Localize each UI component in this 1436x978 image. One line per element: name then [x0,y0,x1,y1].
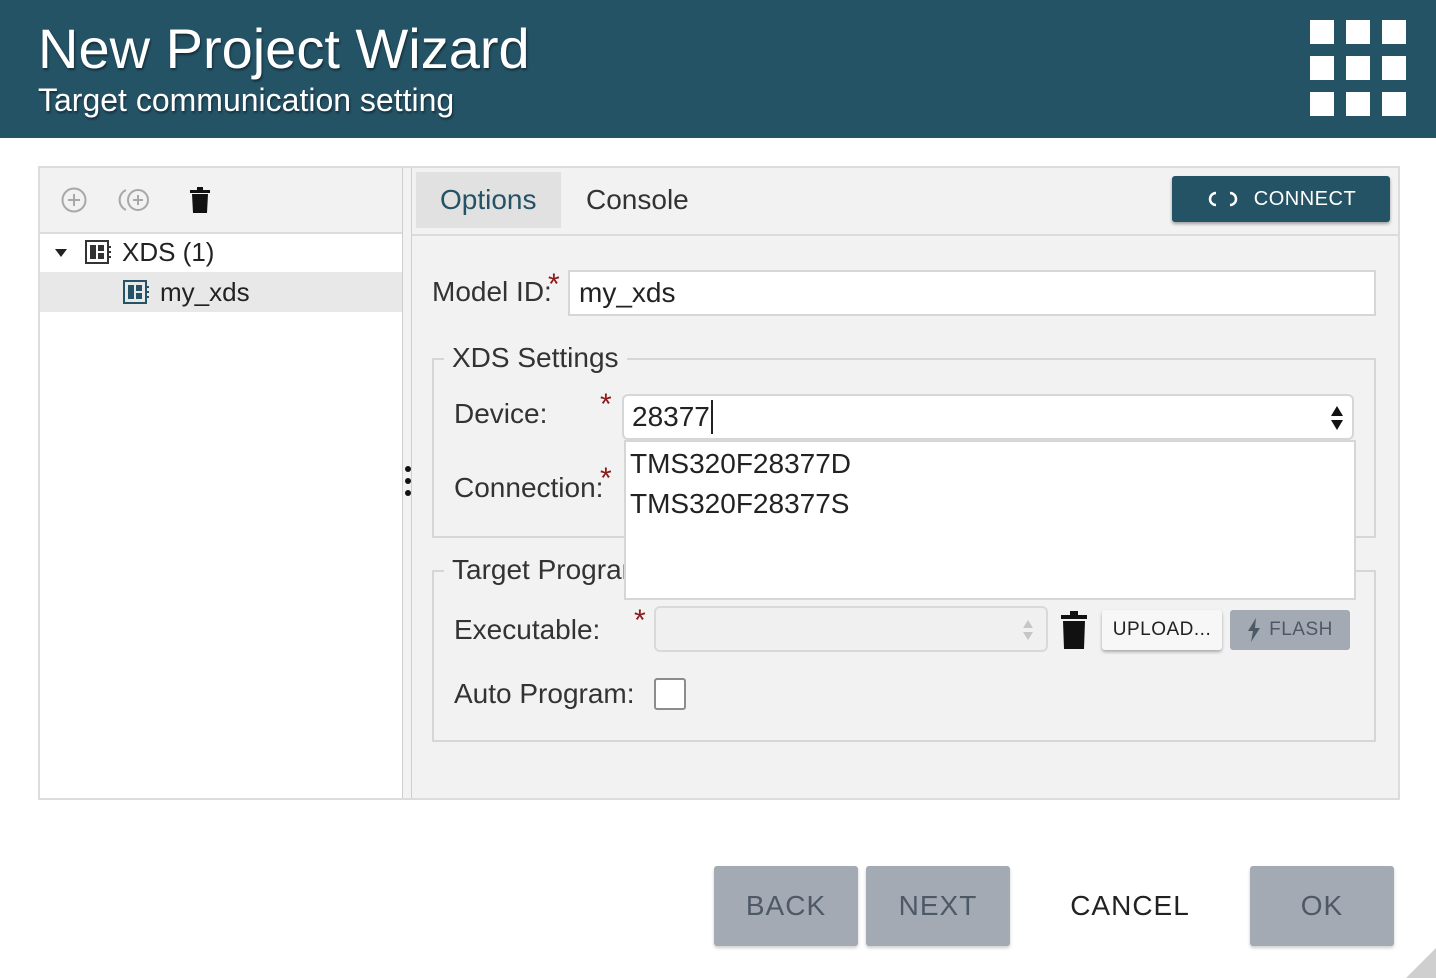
tree-item-xds-group[interactable]: XDS (1) [40,232,402,272]
wizard-title: New Project Wizard [38,17,530,80]
auto-program-checkbox[interactable] [654,678,686,710]
auto-program-label: Auto Program: [454,678,635,709]
cancel-button[interactable]: CANCEL [1058,866,1202,946]
executable-select[interactable] [654,606,1048,652]
wizard-header: New Project Wizard Target communication … [0,0,1436,138]
trash-icon [190,187,210,213]
executable-label: Executable: [454,614,601,645]
model-tree-pane: XDS (1) my_xds [40,168,402,798]
board-icon [123,280,149,304]
trash-icon [1061,611,1087,649]
board-icon [85,240,111,264]
ok-button[interactable]: OK [1250,866,1394,946]
target-programming-legend: Target Program [444,552,653,588]
options-pane: Options Console CONNECT Model ID: * my_x… [412,168,1398,798]
caret-down-icon[interactable] [54,248,68,258]
model-id-input[interactable]: my_xds [568,270,1376,316]
delete-model-button[interactable] [182,182,218,218]
add-model-button[interactable] [56,182,92,218]
device-combobox[interactable]: 28377 [622,394,1354,440]
required-marker: * [600,388,612,421]
required-marker: * [600,462,612,495]
tree-item-my-xds[interactable]: my_xds [40,272,402,312]
main-panel: XDS (1) my_xds Options Console CONNECT M… [38,166,1400,800]
device-option[interactable]: TMS320F28377D [630,444,851,484]
required-marker: * [548,268,560,301]
tree-toolbar [40,168,402,234]
connect-icon [1206,190,1240,208]
spinner-arrows-icon [1023,620,1033,640]
next-button[interactable]: NEXT [866,866,1010,946]
lightning-icon [1248,618,1261,642]
upload-button[interactable]: UPLOAD... [1102,610,1222,650]
device-label: Device: [454,398,548,429]
tab-options[interactable]: Options [416,172,561,228]
model-id-label: Model ID: [432,276,552,307]
delete-executable-button[interactable] [1060,610,1088,650]
spinner-arrows-icon[interactable] [1330,404,1344,432]
flash-button[interactable]: FLASH [1230,610,1350,650]
connect-label: CONNECT [1253,187,1357,210]
resize-grip-icon[interactable] [1406,948,1436,978]
pane-splitter[interactable] [402,168,412,798]
connection-label: Connection: [454,472,604,503]
flash-label: FLASH [1269,619,1333,640]
add-circle-icon [61,187,87,213]
apps-grid-icon[interactable] [1310,20,1406,116]
device-option[interactable]: TMS320F28377S [630,484,849,524]
device-input-value: 28377 [632,401,710,432]
add-child-icon [118,189,149,211]
xds-settings-legend: XDS Settings [444,340,627,376]
tab-console[interactable]: Console [562,172,713,228]
required-marker: * [634,604,646,637]
tree-item-label: XDS (1) [122,237,215,267]
device-suggestions-dropdown: TMS320F28377D TMS320F28377S [624,440,1356,600]
tree-item-label: my_xds [160,277,250,307]
tab-bar: Options Console CONNECT [412,168,1398,236]
connect-button[interactable]: CONNECT [1172,176,1390,222]
back-button[interactable]: BACK [714,866,858,946]
text-cursor [710,400,713,434]
wizard-subtitle: Target communication setting [38,82,455,118]
add-child-button[interactable] [118,182,154,218]
